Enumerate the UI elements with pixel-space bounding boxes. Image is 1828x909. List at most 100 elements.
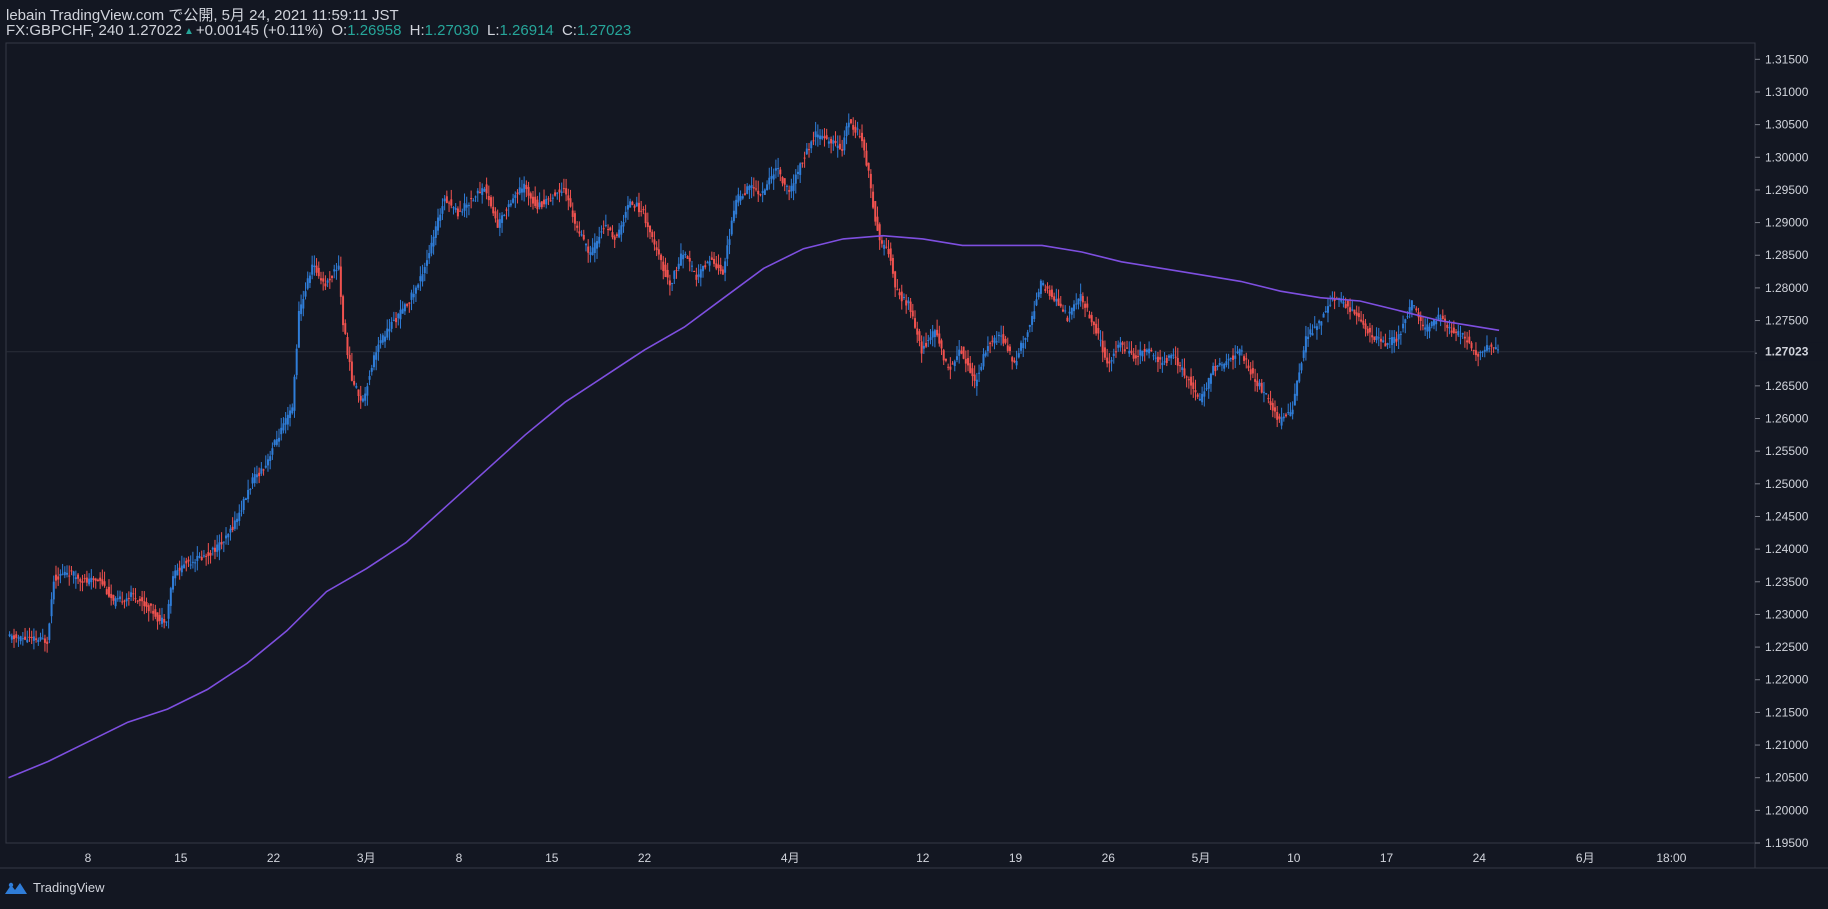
candle-body [1141,350,1144,357]
candle-body [909,301,912,312]
candle-body [514,195,517,198]
candle-body [251,477,254,484]
candle-body [854,126,857,133]
candle-body [931,331,934,338]
candle-body [255,474,258,478]
candle-body [1262,391,1265,393]
candle-body [68,575,71,577]
candle-body [220,541,223,545]
candle-body [615,234,618,237]
candle-body [92,578,95,580]
candle-body [114,598,117,607]
candle-body [8,634,11,637]
candle-body [556,192,559,194]
candle-body [525,184,528,190]
candle-body [902,296,905,298]
candle-body [512,198,515,203]
candle-body [1428,326,1431,332]
candlestick-chart[interactable]: 1.19500 1.20000 1.20500 1.21000 1.21500 1.220… [0,0,1828,909]
candle-body [1324,311,1327,313]
candle-body [1114,351,1117,353]
candle-body [77,574,80,579]
candle-body [1192,382,1195,389]
candle-body [1371,335,1374,338]
candle-body [1053,296,1056,301]
candle-body [1419,316,1422,321]
candle-body [960,350,963,354]
candle-body [891,257,894,274]
candle-body [649,225,652,233]
candle-body [816,134,819,138]
candle-body [865,150,868,166]
candle-body [1081,296,1084,303]
candle-body [463,203,466,211]
candle-body [730,220,733,235]
candle-body [1366,328,1369,334]
candle-body [1488,348,1491,350]
candle-body [834,140,837,143]
candle-body [1441,315,1444,319]
candle-body [348,354,351,363]
candle-body [15,634,18,638]
candle-body [346,337,349,356]
candle-body [26,639,29,643]
candle-body [368,376,371,380]
candle-body [52,581,55,600]
candle-body [622,221,625,227]
candle-body [922,345,925,349]
candle-body [1002,334,1005,344]
candle-body [1112,353,1115,356]
candle-body [110,593,113,599]
candle-body [1477,353,1480,357]
candle-body [788,190,791,192]
candle-body [1320,321,1323,326]
candle-body [452,207,455,209]
candle-body [1344,304,1347,309]
candle-body [1061,309,1064,312]
candle-body [569,198,572,207]
candle-body [399,309,402,320]
candle-body [384,336,387,342]
candle-body [887,248,890,255]
candle-body [1194,390,1197,393]
y-tick-label: 1.30500 [1765,118,1809,132]
candle-body [1485,345,1488,351]
candle-body [955,356,958,360]
candle-body [651,231,654,238]
candle-body [549,200,552,202]
candle-body [291,407,294,414]
x-tick-label: 5月 [1192,851,1211,865]
candle-body [686,256,689,259]
y-tick-label: 1.24000 [1765,542,1809,556]
candle-body [1183,368,1186,376]
candle-body [1309,329,1312,335]
candle-body [54,574,57,581]
candle-body [326,280,329,283]
candle-body [982,354,985,367]
candle-body [1437,314,1440,320]
candle-body [1055,299,1058,302]
candle-body [516,192,519,195]
candle-body [880,240,883,244]
x-tick-label: 12 [916,851,930,865]
candle-body [1117,344,1120,348]
candle-body [1245,358,1248,360]
candle-body [1368,327,1371,333]
candle-body [1004,338,1007,343]
candle-body [1119,342,1122,348]
candle-body [227,533,230,538]
candle-body [236,518,239,523]
candle-body [262,469,265,471]
candle-body [88,578,91,585]
candle-body [799,163,802,175]
candle-body [640,210,643,212]
candle-body [1013,360,1016,363]
footer-brand: TradingView [4,880,105,895]
candle-body [582,234,585,240]
candle-body [1426,324,1429,332]
candle-body [867,162,870,171]
candle-body [958,349,961,356]
candle-body [724,261,727,273]
candle-body [708,261,711,266]
candle-body [1234,355,1237,359]
